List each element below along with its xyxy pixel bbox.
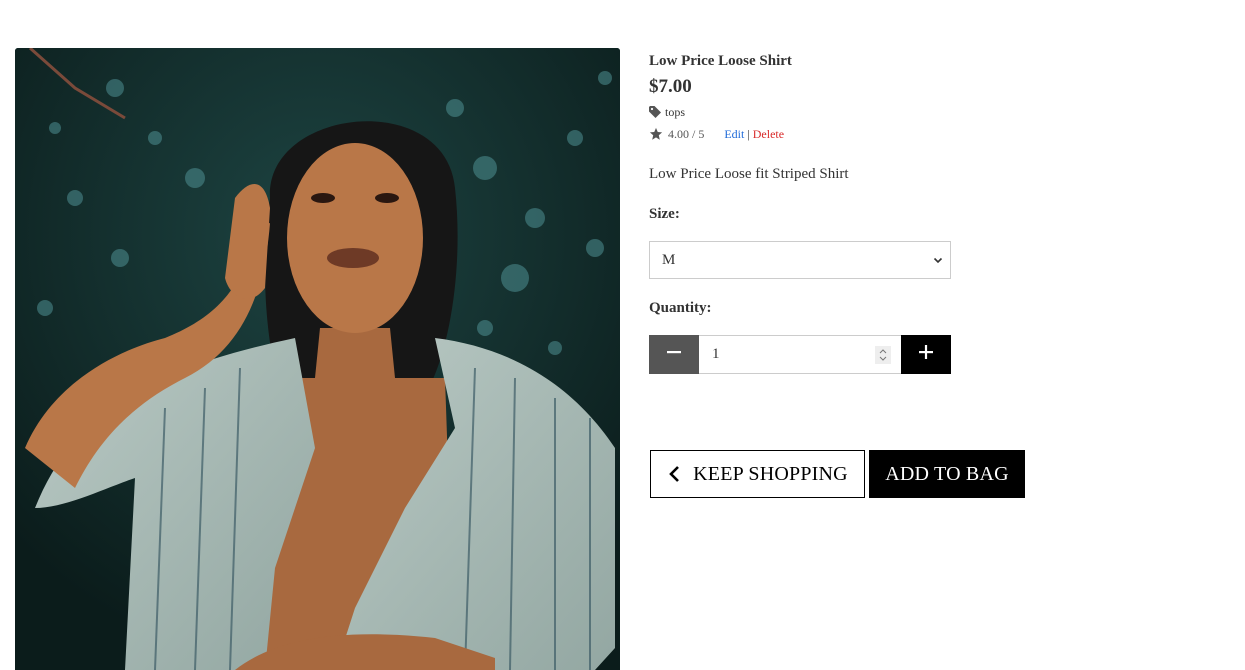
quantity-stepper: 1	[649, 335, 951, 374]
product-image	[15, 48, 620, 670]
tag-icon	[649, 106, 661, 118]
edit-link[interactable]: Edit	[724, 127, 744, 141]
product-price: $7.00	[649, 76, 692, 97]
keep-shopping-button[interactable]: KEEP SHOPPING	[650, 450, 865, 498]
plus-icon	[919, 345, 933, 364]
admin-links: Edit | Delete	[724, 126, 784, 142]
increase-quantity-button[interactable]	[901, 335, 951, 374]
size-label: Size:	[649, 206, 680, 222]
quantity-label: Quantity:	[649, 300, 712, 316]
category-row: tops	[649, 104, 1209, 120]
size-select[interactable]: M	[649, 241, 951, 279]
rating-value: 4.00 / 5	[668, 127, 705, 141]
add-to-bag-button[interactable]: ADD TO BAG	[869, 450, 1025, 498]
size-selected-value: M	[662, 251, 676, 268]
category-label[interactable]: tops	[665, 104, 685, 120]
action-buttons: KEEP SHOPPING ADD TO BAG	[650, 450, 1025, 498]
quantity-value: 1	[712, 346, 720, 362]
chevron-left-icon	[667, 465, 681, 483]
quantity-spinner[interactable]	[875, 345, 891, 364]
product-description: Low Price Loose fit Striped Shirt	[649, 166, 849, 182]
delete-link[interactable]: Delete	[753, 127, 784, 141]
chevron-down-icon	[933, 255, 943, 265]
quantity-input[interactable]: 1	[699, 335, 901, 374]
product-name: Low Price Loose Shirt	[649, 53, 792, 69]
product-detail-page: Low Price Loose Shirt $7.00 tops 4.00 / …	[0, 0, 1245, 670]
rating-row: 4.00 / 5 Edit | Delete	[649, 126, 1209, 142]
link-separator: |	[747, 127, 750, 141]
keep-shopping-label: KEEP SHOPPING	[693, 462, 848, 485]
minus-icon	[667, 345, 681, 364]
product-details: Low Price Loose Shirt $7.00 tops 4.00 / …	[649, 50, 1209, 374]
star-icon	[649, 127, 663, 141]
decrease-quantity-button[interactable]	[649, 335, 699, 374]
